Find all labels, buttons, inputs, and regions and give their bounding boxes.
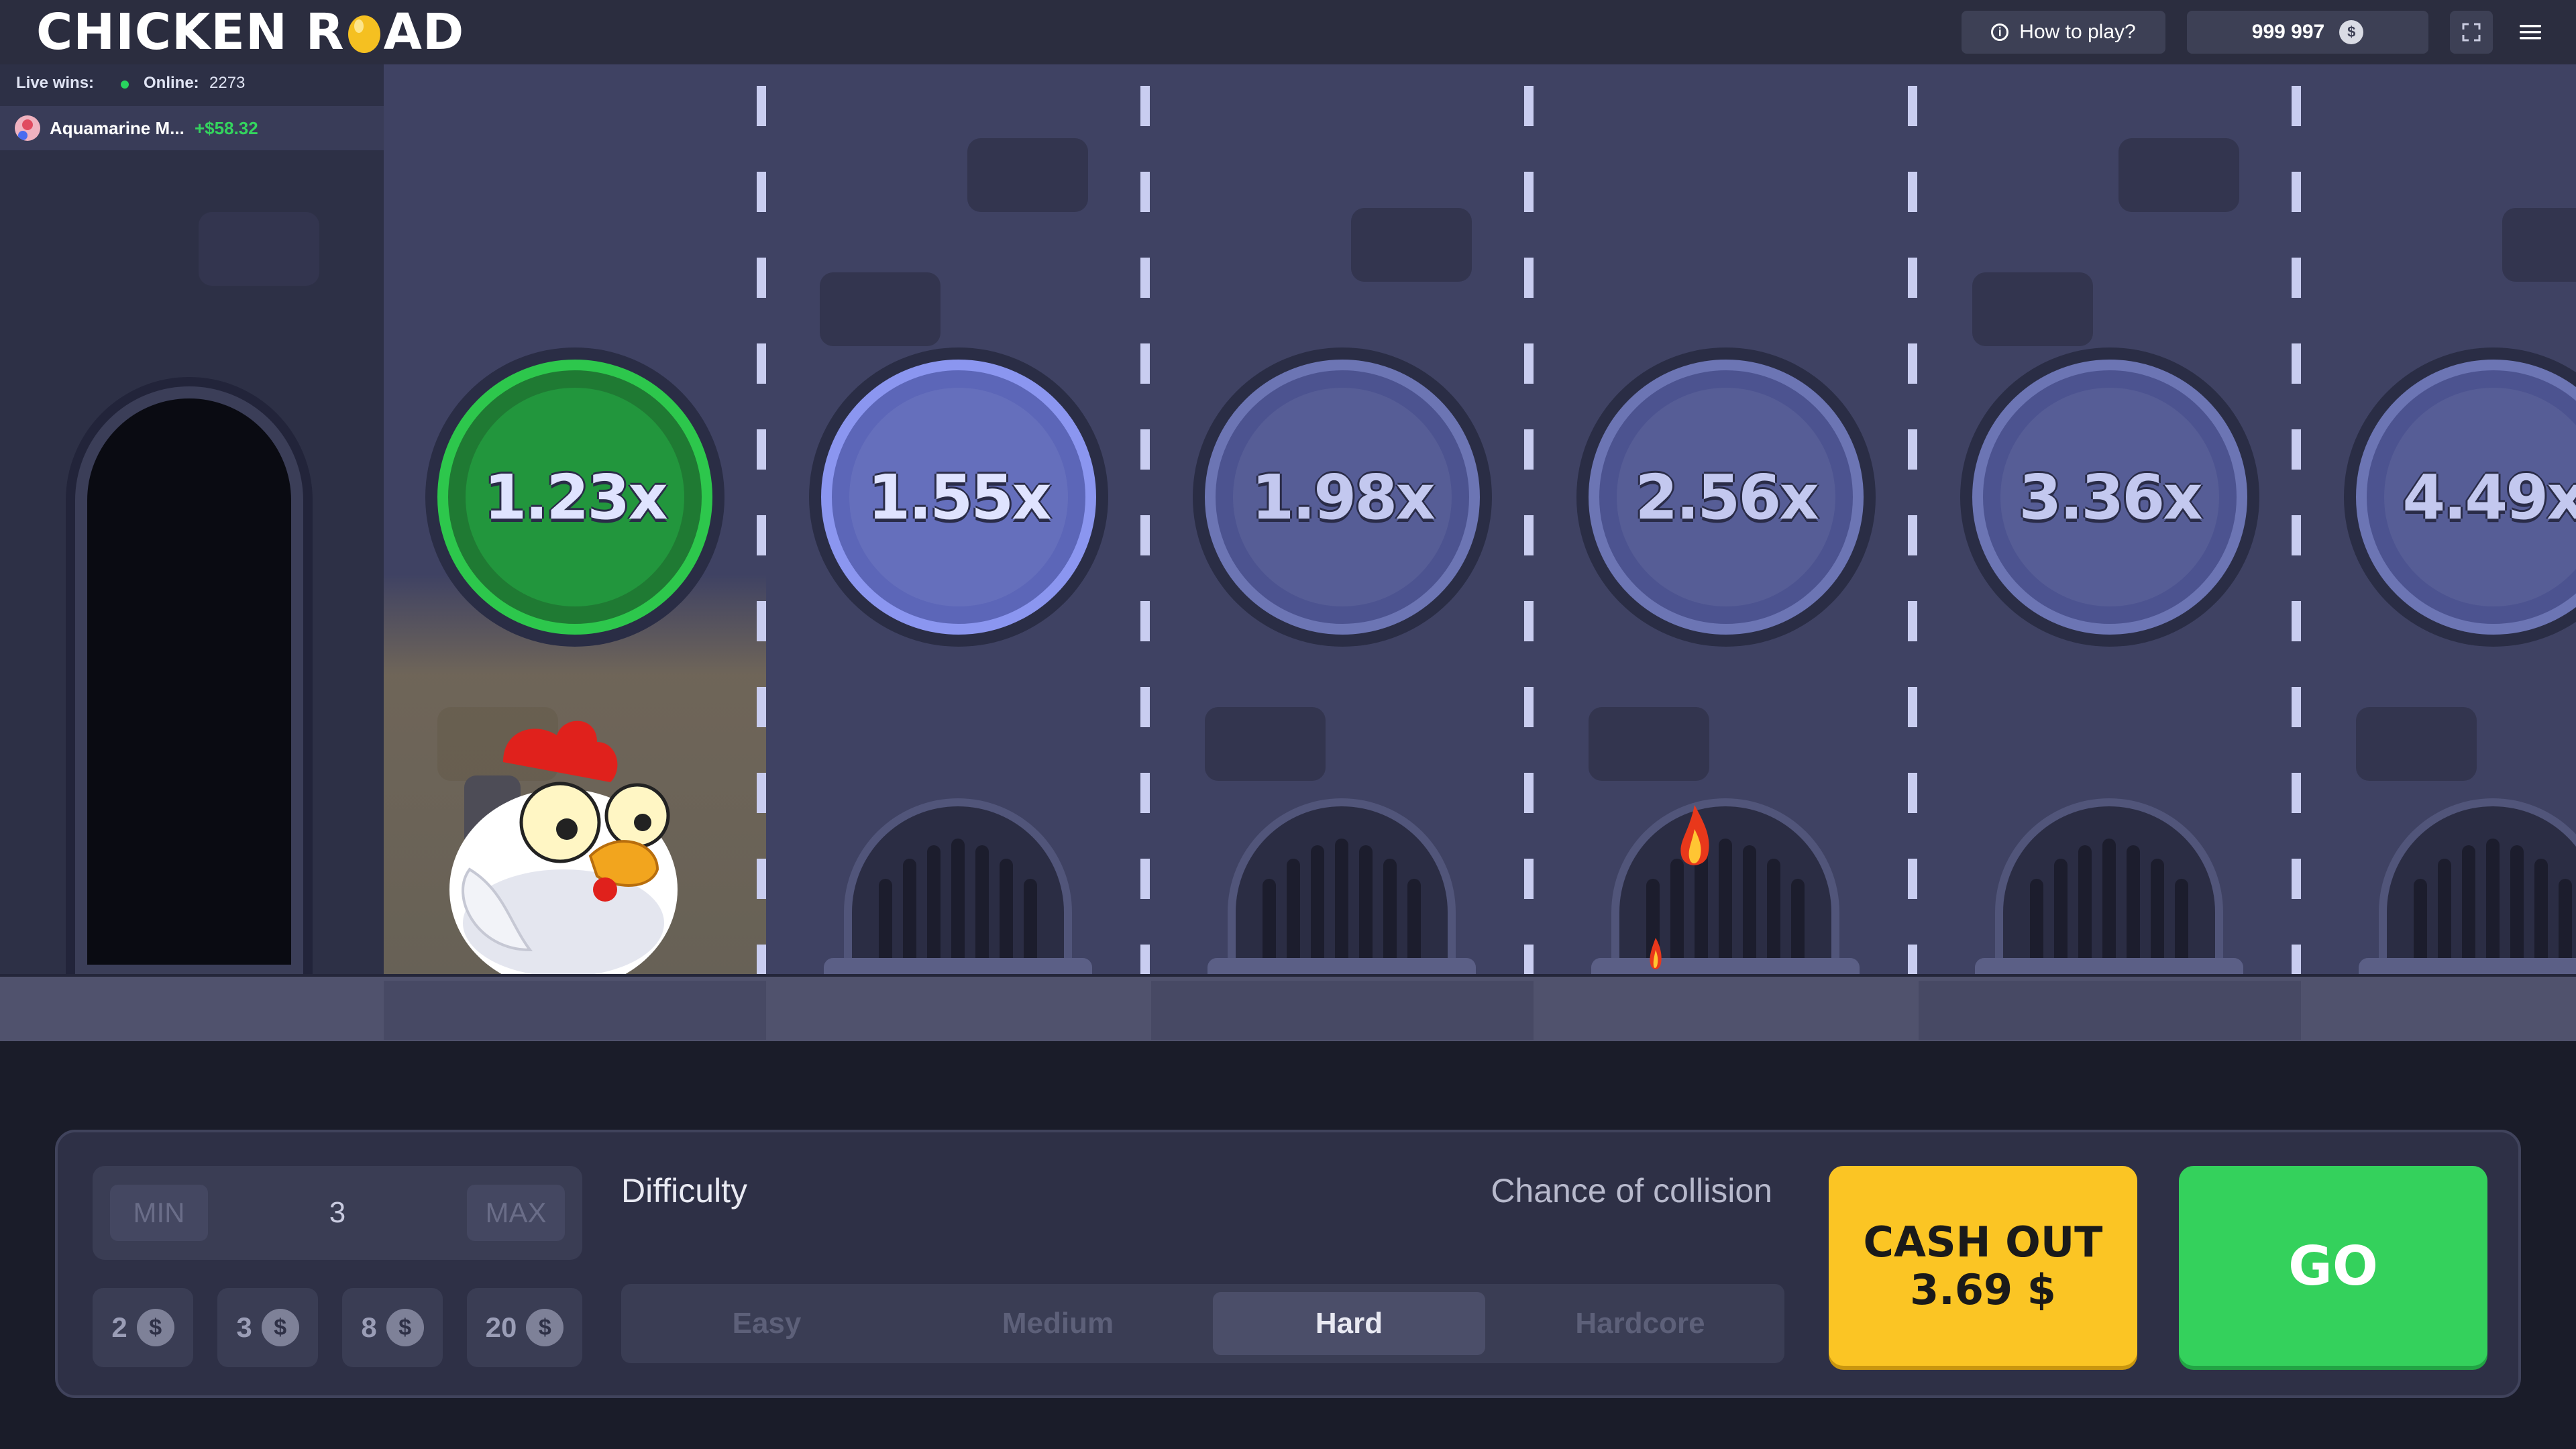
wall-brick <box>2356 707 2477 781</box>
quick-bet-button[interactable]: 2 $ <box>93 1288 193 1367</box>
wall-brick <box>2118 138 2239 212</box>
live-wins-label: Live wins: <box>16 74 95 92</box>
max-bet-button[interactable]: MAX <box>467 1185 565 1241</box>
balance-display: 999 997 $ <box>2187 11 2428 54</box>
quick-bet-value: 3 <box>236 1311 252 1343</box>
wall-brick <box>820 272 941 346</box>
cash-out-amount: 3.69 $ <box>1910 1265 2056 1314</box>
difficulty-option-hard[interactable]: Hard <box>1213 1292 1485 1355</box>
multiplier-value: 1.98x <box>1251 461 1435 533</box>
game-logo: CHICKEN R AD <box>36 3 465 61</box>
multiplier-coin: 2.56x <box>1589 360 1864 635</box>
collision-chance-label: Chance of collision <box>1491 1172 1772 1210</box>
multiplier-coin: 3.36x <box>1972 360 2247 635</box>
dollar-coin-icon: $ <box>526 1309 564 1346</box>
cash-out-label: CASH OUT <box>1863 1217 2103 1267</box>
difficulty-option-easy[interactable]: Easy <box>631 1292 903 1355</box>
online-label: Online: <box>144 74 199 92</box>
difficulty-label: Difficulty <box>621 1172 748 1210</box>
quick-bet-button[interactable]: 3 $ <box>217 1288 318 1367</box>
player-name: Aquamarine M... <box>50 118 184 138</box>
live-win-row: Aquamarine M... +$58.32 <box>0 106 384 150</box>
bet-amount-value[interactable]: 3 <box>294 1185 381 1241</box>
dollar-coin-icon: $ <box>2339 20 2364 44</box>
difficulty-option-hardcore[interactable]: Hardcore <box>1504 1292 1776 1355</box>
wall-brick <box>199 212 319 286</box>
go-button[interactable]: GO <box>2179 1166 2487 1366</box>
top-bar: CHICKEN R AD i How to play? 999 997 $ <box>0 0 2576 64</box>
balance-value: 999 997 <box>2251 21 2325 43</box>
fullscreen-icon <box>2462 23 2481 42</box>
lane-divider <box>1140 86 1150 978</box>
fullscreen-button[interactable] <box>2450 11 2493 54</box>
logo-text-start: CHICKEN R <box>36 3 345 61</box>
dollar-coin-icon: $ <box>261 1309 299 1346</box>
multiplier-coin-next[interactable]: 1.55x <box>821 360 1096 635</box>
multiplier-value: 4.49x <box>2402 461 2576 533</box>
dollar-coin-icon: $ <box>136 1309 174 1346</box>
quick-bet-value: 2 <box>111 1311 127 1343</box>
egg-icon <box>347 15 380 53</box>
bet-amount-input[interactable]: MIN 3 MAX <box>93 1166 582 1260</box>
logo-text-end: AD <box>383 3 465 61</box>
lane-divider <box>1908 86 1917 978</box>
lane-divider <box>757 86 766 978</box>
floor-segment <box>1919 981 2301 1040</box>
quick-bet-value: 8 <box>361 1311 377 1343</box>
hamburger-menu-icon <box>2520 25 2541 40</box>
game-scene: 1.23x 1.55x 1.98x 2.56x 3.36x 4.49x <box>0 64 2576 1044</box>
floor-segment <box>1151 981 1534 1040</box>
info-icon: i <box>1991 23 2009 41</box>
wall-brick <box>967 138 1088 212</box>
quick-bet-button[interactable]: 20 $ <box>467 1288 582 1367</box>
wall-brick <box>1589 707 1709 781</box>
how-to-play-label: How to play? <box>2019 21 2136 43</box>
multiplier-value: 1.23x <box>484 461 667 533</box>
avatar <box>15 115 40 141</box>
flame-icon <box>1650 938 1662 969</box>
multiplier-value: 2.56x <box>1635 461 1819 533</box>
win-amount: +$58.32 <box>195 118 258 138</box>
wall-brick <box>2502 208 2576 282</box>
flame-icon <box>1680 805 1709 865</box>
multiplier-value: 3.36x <box>2019 461 2202 533</box>
online-indicator-icon <box>121 80 129 89</box>
difficulty-selector: Easy Medium Hard Hardcore <box>621 1284 1784 1363</box>
online-count: 2273 <box>209 74 246 92</box>
avatar-icon <box>18 119 33 140</box>
multiplier-coin: 1.98x <box>1205 360 1480 635</box>
quick-bet-value: 20 <box>485 1311 517 1343</box>
min-bet-button[interactable]: MIN <box>110 1185 208 1241</box>
multiplier-value: 1.55x <box>867 461 1051 533</box>
control-panel: MIN 3 MAX 2 $ 3 $ 8 $ 20 $ Difficulty Ch… <box>55 1130 2521 1398</box>
how-to-play-button[interactable]: i How to play? <box>1962 11 2165 54</box>
live-wins-bar: Live wins: Online: 2273 <box>0 64 384 102</box>
wall-brick <box>1351 208 1472 282</box>
start-door <box>75 386 303 977</box>
multiplier-coin-current: 1.23x <box>437 360 712 635</box>
dollar-coin-icon: $ <box>386 1309 424 1346</box>
floor-segment <box>384 981 766 1040</box>
lane-divider <box>2292 86 2301 978</box>
difficulty-option-medium[interactable]: Medium <box>922 1292 1194 1355</box>
wall-brick <box>1972 272 2093 346</box>
menu-button[interactable] <box>2509 11 2552 54</box>
cash-out-button[interactable]: CASH OUT 3.69 $ <box>1829 1166 2137 1366</box>
lane-divider <box>1524 86 1534 978</box>
quick-bet-button[interactable]: 8 $ <box>342 1288 443 1367</box>
wall-brick <box>1205 707 1326 781</box>
